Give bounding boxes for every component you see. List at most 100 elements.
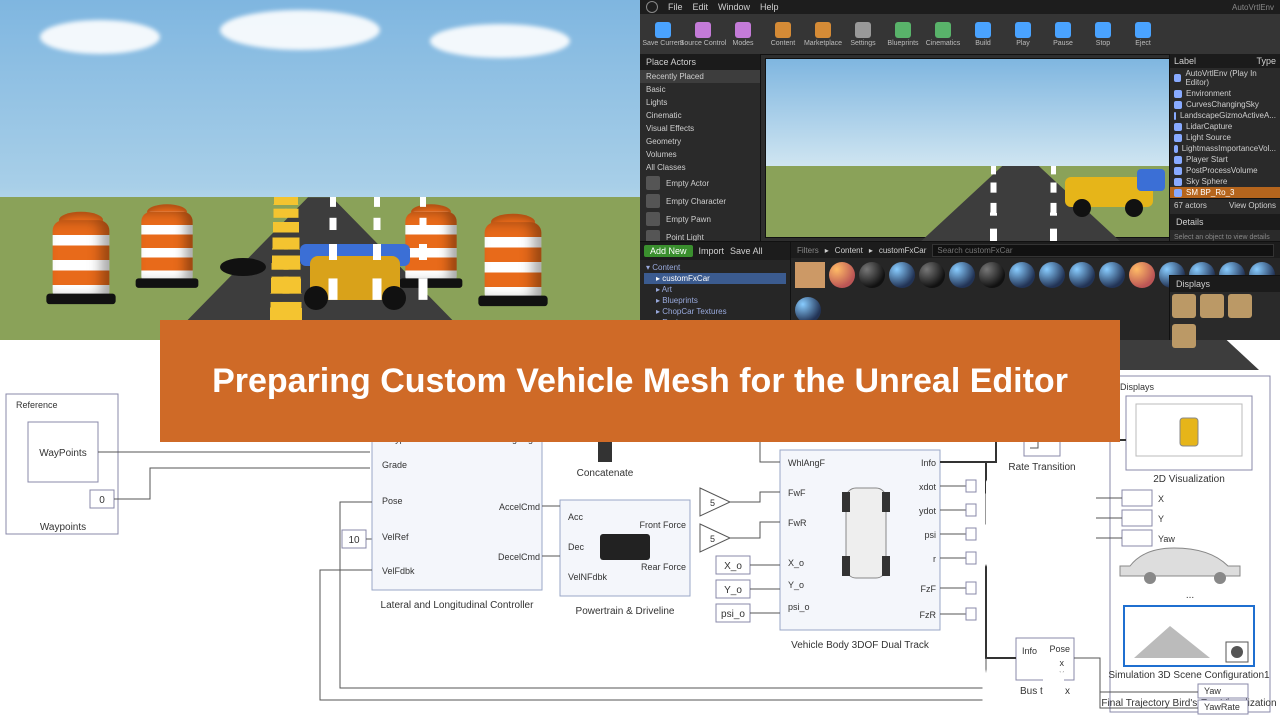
outliner-row[interactable]: Player Start xyxy=(1170,154,1280,165)
unreal-editor: File Edit Window Help AutoVrtlEnv Save C… xyxy=(640,0,1280,340)
displays-header: Displays xyxy=(1120,382,1155,392)
menu-edit[interactable]: Edit xyxy=(693,2,709,12)
place-category[interactable]: Recently Placed xyxy=(640,70,760,83)
material-sphere[interactable] xyxy=(979,262,1005,288)
breadcrumb-item[interactable]: customFxCar xyxy=(879,246,927,255)
toolbar-blueprints-button[interactable]: Blueprints xyxy=(886,18,920,50)
svg-text:Pose: Pose xyxy=(382,496,403,506)
toolbar-stop-button[interactable]: Stop xyxy=(1086,18,1120,50)
material-sphere[interactable] xyxy=(889,262,915,288)
svg-text:y: y xyxy=(1060,668,1065,678)
content-tree-item[interactable]: ▸ ChopCar Textures xyxy=(644,306,786,317)
svg-text:Yaw: Yaw xyxy=(1158,534,1175,544)
content-search-input[interactable] xyxy=(932,244,1274,257)
material-sphere[interactable] xyxy=(1009,262,1035,288)
svg-text:X_o: X_o xyxy=(788,558,804,568)
toolbar-build-button[interactable]: Build xyxy=(966,18,1000,50)
svg-text:Front Force: Front Force xyxy=(639,520,686,530)
place-category[interactable]: Cinematic xyxy=(640,109,760,122)
svg-text:DecelCmd: DecelCmd xyxy=(498,552,540,562)
svg-text:Info: Info xyxy=(1022,646,1037,656)
cloud xyxy=(40,20,160,54)
toolbar-content-button[interactable]: Content xyxy=(766,18,800,50)
menu-help[interactable]: Help xyxy=(760,2,779,12)
cloud xyxy=(430,24,570,58)
toolbar-play-button[interactable]: Play xyxy=(1006,18,1040,50)
toolbar-settings-button[interactable]: Settings xyxy=(846,18,880,50)
svg-text:X: X xyxy=(1158,494,1164,504)
import-button[interactable]: Import xyxy=(699,246,725,256)
material-sphere[interactable] xyxy=(859,262,885,288)
outliner-row[interactable]: Sky Sphere xyxy=(1170,176,1280,187)
place-category[interactable]: Volumes xyxy=(640,148,760,161)
concatenate-caption: Concatenate xyxy=(577,468,634,479)
content-tree-item[interactable]: ▸ Art xyxy=(644,284,786,295)
material-sphere[interactable] xyxy=(1039,262,1065,288)
place-category[interactable]: All Classes xyxy=(640,161,760,174)
outliner-view-options[interactable]: View Options xyxy=(1229,201,1276,210)
toolbar-cinematics-button[interactable]: Cinematics xyxy=(926,18,960,50)
place-actor-item[interactable]: Empty Character xyxy=(640,192,760,210)
wire xyxy=(730,522,780,538)
rate-transition-caption: Rate Transition xyxy=(1008,462,1075,473)
place-category[interactable]: Lights xyxy=(640,96,760,109)
outport-block[interactable] xyxy=(1122,490,1152,506)
add-new-button[interactable]: Add New xyxy=(644,245,693,257)
breadcrumb-item[interactable]: Content xyxy=(835,246,863,255)
outliner-row[interactable]: AutoVrtlEnv (Play In Editor) xyxy=(1170,68,1280,88)
place-actor-item[interactable]: Empty Actor xyxy=(640,174,760,192)
outliner-col-type: Type xyxy=(1256,56,1276,66)
material-sphere[interactable] xyxy=(1129,262,1155,288)
waypoints-label: WayPoints xyxy=(39,448,86,459)
menu-file[interactable]: File xyxy=(668,2,683,12)
traffic-barrel xyxy=(405,212,456,282)
toolbar-source-control-button[interactable]: Source Control xyxy=(686,18,720,50)
save-all-button[interactable]: Save All xyxy=(730,246,763,256)
outport-block[interactable] xyxy=(1122,510,1152,526)
gear-icon xyxy=(1231,646,1243,658)
place-actor-item[interactable]: Empty Pawn xyxy=(640,210,760,228)
material-sphere[interactable] xyxy=(1069,262,1095,288)
menu-window[interactable]: Window xyxy=(718,2,750,12)
outliner-row[interactable]: CurvesChangingSky xyxy=(1170,99,1280,110)
outport-block[interactable] xyxy=(1122,530,1152,546)
material-sphere[interactable] xyxy=(949,262,975,288)
svg-text:Grade: Grade xyxy=(382,460,407,470)
toolbar-modes-button[interactable]: Modes xyxy=(726,18,760,50)
content-tree-item[interactable]: ▸ customFxCar xyxy=(644,273,786,284)
svg-text:r: r xyxy=(933,554,936,564)
asset-thumbnail[interactable] xyxy=(795,262,825,288)
outliner-row[interactable]: Light Source xyxy=(1170,132,1280,143)
main-toolbar: Save CurrentSource ControlModesContentMa… xyxy=(640,14,1280,55)
place-category[interactable]: Basic xyxy=(640,83,760,96)
terminator-icon xyxy=(940,480,976,620)
material-sphere[interactable] xyxy=(1099,262,1125,288)
menubar: File Edit Window Help AutoVrtlEnv xyxy=(640,0,1280,14)
filters-button[interactable]: Filters xyxy=(797,246,819,255)
outliner-row[interactable]: LandscapeGizmoActiveA... xyxy=(1170,110,1280,121)
content-tree-item[interactable]: ▾ Content xyxy=(644,262,786,273)
outliner-row[interactable]: PostProcessVolume xyxy=(1170,165,1280,176)
toolbar-marketplace-button[interactable]: Marketplace xyxy=(806,18,840,50)
material-sphere[interactable] xyxy=(829,262,855,288)
outliner-row[interactable]: LightmassImportanceVol... xyxy=(1170,143,1280,154)
material-sphere[interactable] xyxy=(919,262,945,288)
outliner-row[interactable]: LidarCapture xyxy=(1170,121,1280,132)
toolbar-eject-button[interactable]: Eject xyxy=(1126,18,1160,50)
more-indicator[interactable]: ... xyxy=(1186,590,1194,601)
place-actors-panel: Place Actors Recently PlacedBasicLightsC… xyxy=(640,54,761,242)
svg-text:Yaw: Yaw xyxy=(1204,686,1221,696)
content-tree-item[interactable]: ▸ Blueprints xyxy=(644,295,786,306)
reference-title: Reference xyxy=(16,400,58,410)
traffic-barrel xyxy=(485,222,542,300)
outliner-col-label: Label xyxy=(1174,56,1196,66)
toolbar-pause-button[interactable]: Pause xyxy=(1046,18,1080,50)
outliner-row-selected[interactable]: SM BP_Ro_3 xyxy=(1170,187,1280,198)
engine-icon xyxy=(600,534,650,560)
outliner-row[interactable]: Environment xyxy=(1170,88,1280,99)
place-category[interactable]: Visual Effects xyxy=(640,122,760,135)
place-category[interactable]: Geometry xyxy=(640,135,760,148)
material-sphere[interactable] xyxy=(795,297,821,323)
toolbar-save-current-button[interactable]: Save Current xyxy=(646,18,680,50)
viewport-vehicle[interactable] xyxy=(1051,169,1161,213)
